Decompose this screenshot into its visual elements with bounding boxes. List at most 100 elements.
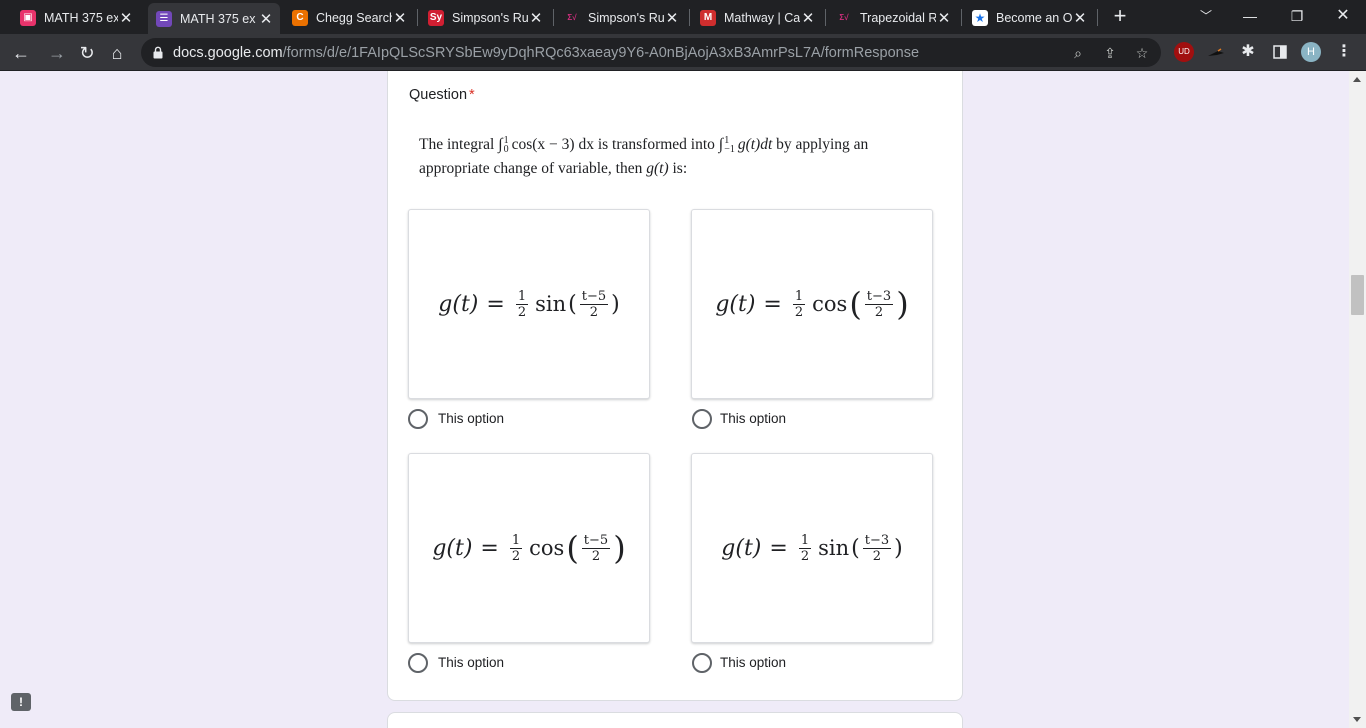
scroll-up-arrow-icon[interactable] <box>1353 77 1361 82</box>
tab-separator <box>825 9 826 26</box>
coefficient-fraction: 12 <box>515 289 529 320</box>
tab-title: Simpson's Ru <box>452 10 528 25</box>
arg-denominator: 2 <box>874 304 884 320</box>
close-tab-icon[interactable]: ✕ <box>118 9 134 27</box>
tab-separator <box>417 9 418 26</box>
symbolab-icon: Sy <box>428 9 444 26</box>
arg-numerator: t−5 <box>581 532 611 549</box>
open-paren: ( <box>849 285 862 323</box>
reload-icon[interactable]: ↻ <box>74 40 100 66</box>
option-4-image[interactable]: g(t) = 12 sin (t−3 2) <box>691 453 933 643</box>
share-icon[interactable]: ⇪ <box>1099 42 1121 64</box>
close-tab-icon[interactable]: ✕ <box>528 9 544 27</box>
integral-lower: 0 <box>503 144 509 156</box>
question-mid: is transformed into <box>597 136 715 153</box>
extension-bird-icon[interactable] <box>1206 42 1226 62</box>
close-tab-icon[interactable]: ✕ <box>258 10 274 28</box>
close-tab-icon[interactable]: ✕ <box>664 9 680 27</box>
window-close-icon[interactable]: ✕ <box>1329 4 1357 28</box>
tab-separator <box>961 9 962 26</box>
minimize-icon[interactable]: — <box>1236 4 1264 28</box>
form-page: Question * The integral ∫1 0 cos(x − 3) dx … <box>0 71 1366 728</box>
tab-title: Chegg Search <box>316 10 392 25</box>
option-1-image[interactable]: g(t) = 12 sin (t−5 2) <box>408 209 650 399</box>
function-name: sin <box>818 536 850 560</box>
coef-numerator: 1 <box>792 288 806 305</box>
option-3-label[interactable]: This option <box>438 655 504 670</box>
open-paren: ( <box>851 535 860 561</box>
close-paren: ) <box>896 285 909 323</box>
close-tab-icon[interactable]: ✕ <box>1072 9 1088 27</box>
extension-badge: UD <box>1178 47 1190 56</box>
tab-mathway[interactable]: M Mathway | Ca ✕ <box>692 5 822 30</box>
tab-separator <box>1097 9 1098 26</box>
coef-numerator: 1 <box>509 532 523 549</box>
back-icon[interactable]: ← <box>8 40 34 66</box>
report-feedback-icon[interactable]: ! <box>11 693 31 711</box>
open-paren: ( <box>566 529 579 567</box>
close-tab-icon[interactable]: ✕ <box>936 9 952 27</box>
url-text[interactable]: docs.google.com/forms/d/e/1FAIpQLScSRYSb… <box>173 45 919 61</box>
arg-denominator: 2 <box>589 304 599 320</box>
new-tab-icon[interactable]: + <box>1108 5 1132 29</box>
mathway-icon: M <box>700 9 716 26</box>
forward-icon[interactable]: → <box>44 40 70 66</box>
google-classroom-icon: ▣ <box>20 9 36 26</box>
bookmark-star-icon[interactable]: ☆ <box>1131 42 1153 64</box>
question-suffix: by applying an <box>776 136 869 153</box>
arg-denominator: 2 <box>591 548 601 564</box>
scroll-down-arrow-icon[interactable] <box>1353 717 1361 722</box>
option-3-image[interactable]: g(t) = 12 cos (t−5 2) <box>408 453 650 643</box>
home-icon[interactable]: ⌂ <box>104 40 130 66</box>
extensions-puzzle-icon[interactable]: ✱ <box>1238 42 1258 62</box>
integral-limits: 10 <box>503 136 509 156</box>
browser-menu-icon[interactable]: ⋮ <box>1334 42 1354 62</box>
close-paren: ) <box>611 291 620 317</box>
arg-denominator: 2 <box>872 548 882 564</box>
equals-sign: = <box>486 291 505 317</box>
google-forms-icon: ☰ <box>156 10 172 27</box>
restore-icon[interactable]: ❐ <box>1283 4 1311 28</box>
tab-emath-trapezoidal[interactable]: Σ√ Trapezoidal R ✕ <box>828 5 958 30</box>
option-4-label[interactable]: This option <box>720 655 786 670</box>
option-1-label[interactable]: This option <box>438 411 504 426</box>
argument-fraction: t−5 2 <box>581 532 611 564</box>
profile-initial: H <box>1307 46 1315 58</box>
tab-separator <box>689 9 690 26</box>
tab-emath-simpson[interactable]: Σ√ Simpson's Ru ✕ <box>556 5 686 30</box>
zoom-search-icon[interactable]: ⌕ <box>1067 42 1089 64</box>
option-2-radio[interactable] <box>692 409 712 429</box>
integral-sign: ∫ <box>498 136 503 153</box>
scrollbar-thumb[interactable] <box>1351 275 1364 315</box>
tab-chegg[interactable]: C Chegg Search ✕ <box>284 5 414 30</box>
close-paren: ) <box>894 535 903 561</box>
profile-avatar[interactable]: H <box>1301 42 1321 62</box>
coef-numerator: 1 <box>798 532 812 549</box>
option-4-radio[interactable] <box>692 653 712 673</box>
tab-symbolab[interactable]: Sy Simpson's Ru ✕ <box>420 5 550 30</box>
address-bar[interactable]: docs.google.com/forms/d/e/1FAIpQLScSRYSb… <box>141 38 1161 67</box>
open-paren: ( <box>568 291 577 317</box>
tab-title: Simpson's Ru <box>588 10 664 25</box>
tab-classroom[interactable]: ▣ MATH 375 ex ✕ <box>12 5 140 30</box>
option-2-label[interactable]: This option <box>720 411 786 426</box>
option-3-radio[interactable] <box>408 653 428 673</box>
side-panel-icon[interactable] <box>1270 42 1290 62</box>
close-tab-icon[interactable]: ✕ <box>392 9 408 27</box>
tab-become[interactable]: ★ Become an O ✕ <box>964 5 1094 30</box>
coef-denominator: 2 <box>800 548 810 564</box>
lock-icon[interactable] <box>153 46 163 59</box>
tab-search-chevron-icon[interactable]: ﹀ <box>1192 4 1220 28</box>
option-1-radio[interactable] <box>408 409 428 429</box>
question-label: Question <box>409 87 468 103</box>
ublock-extension-icon[interactable]: UD <box>1174 42 1194 62</box>
option-4-formula: g(t) = 12 sin (t−3 2) <box>692 454 932 642</box>
option-2-image[interactable]: g(t) = 12 cos (t−3 2) <box>691 209 933 399</box>
arg-numerator: t−3 <box>862 532 892 549</box>
required-asterisk: * <box>469 87 475 103</box>
page-scrollbar[interactable] <box>1349 71 1366 728</box>
tab-title: Mathway | Ca <box>724 10 800 25</box>
tab-forms-active[interactable]: ☰ MATH 375 ex ✕ <box>148 3 280 34</box>
coef-denominator: 2 <box>511 548 521 564</box>
close-tab-icon[interactable]: ✕ <box>800 9 816 27</box>
